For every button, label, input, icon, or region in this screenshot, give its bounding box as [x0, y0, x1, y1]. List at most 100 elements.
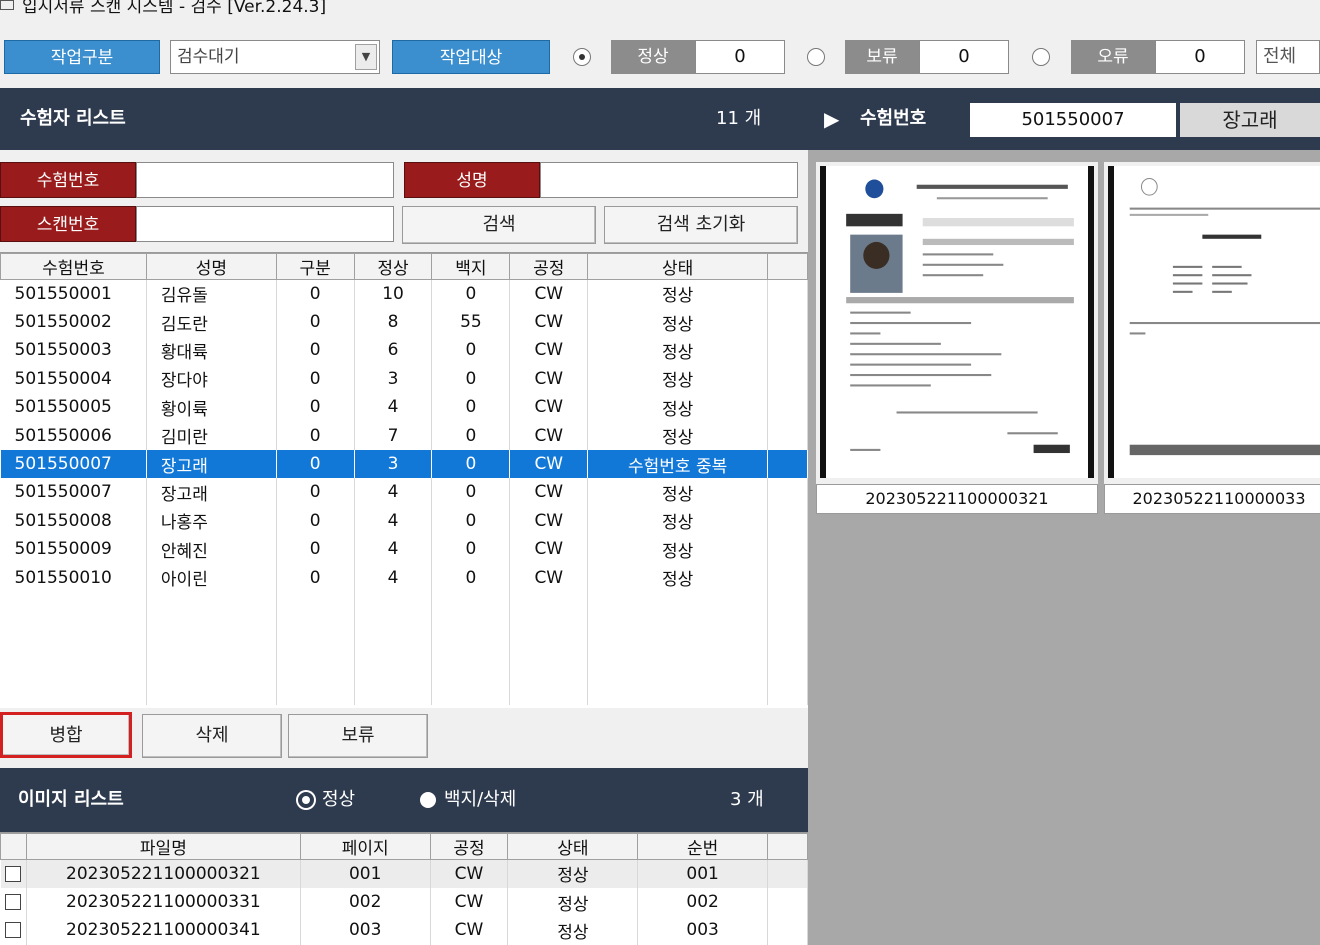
table-row[interactable]: 202305221100000331 002 CW 정상 002 — [0, 887, 808, 917]
merge-button[interactable]: 병합 — [0, 712, 132, 758]
search-button[interactable]: 검색 — [402, 206, 596, 244]
examinee-table-header: 수험번호 성명 구분 정상 백지 공정 상태 — [0, 253, 808, 280]
radio-error[interactable] — [1032, 48, 1050, 66]
radio-filter-normal[interactable] — [298, 792, 314, 808]
row-checkbox[interactable] — [5, 865, 22, 882]
filter-normal[interactable]: 정상 — [298, 768, 355, 832]
filter-blank-label: 백지/삭제 — [444, 789, 517, 810]
work-type-button[interactable]: 작업구분 — [4, 40, 160, 74]
name-input[interactable] — [540, 162, 798, 198]
table-cell: CW — [509, 563, 589, 592]
thumbnail-2[interactable]: 20230522110000033 — [1104, 162, 1320, 514]
row-checkbox[interactable] — [5, 894, 22, 911]
col-blank[interactable]: 백지 — [431, 253, 511, 280]
table-row[interactable]: 501550006 김미란 0 7 0 CW 정상 — [0, 421, 808, 450]
table-cell: 001 — [300, 859, 431, 888]
table-cell: 501550007 — [0, 478, 147, 507]
table-cell: 0 — [276, 421, 355, 450]
col-filename[interactable]: 파일명 — [25, 833, 301, 860]
table-cell: 501550005 — [0, 393, 147, 422]
action-bar: 병합 삭제 보류 — [0, 708, 808, 768]
table-cell: 501550001 — [0, 279, 147, 308]
table-cell: 0 — [276, 393, 355, 422]
table-cell: CW — [509, 393, 589, 422]
empty-cell — [767, 279, 808, 308]
empty-cell — [431, 676, 511, 706]
col-type[interactable]: 구분 — [275, 253, 355, 280]
reset-search-button[interactable]: 검색 초기화 — [604, 206, 798, 244]
table-cell: 0 — [276, 506, 355, 536]
table-row[interactable]: 501550009 안혜진 0 4 0 CW 정상 — [0, 535, 808, 564]
chevron-down-icon[interactable]: ▼ — [355, 44, 377, 70]
table-cell: CW — [509, 336, 589, 365]
table-row[interactable]: 501550007 장고래 0 3 0 CW 수험번호 중복 — [0, 449, 808, 479]
table-cell: 0 — [431, 563, 511, 592]
radio-filter-blank[interactable] — [420, 792, 436, 808]
empty-cell — [767, 859, 808, 888]
radio-normal[interactable] — [573, 48, 591, 66]
exam-number-input[interactable] — [136, 162, 394, 198]
thumbnail-1[interactable]: 202305221100000321 — [816, 162, 1098, 514]
exam-number-label: 수험번호 — [0, 162, 136, 198]
table-cell: 501550008 — [0, 506, 147, 536]
normal-count-label: 정상 — [611, 40, 695, 74]
delete-button[interactable]: 삭제 — [142, 714, 282, 758]
table-row[interactable]: 501550005 황이륙 0 4 0 CW 정상 — [0, 393, 808, 422]
col-normal[interactable]: 정상 — [353, 253, 433, 280]
table-row[interactable]: 501550004 장다야 0 3 0 CW 정상 — [0, 364, 808, 394]
work-type-select[interactable]: 검수대기 ▼ — [170, 40, 380, 74]
radio-hold[interactable] — [807, 48, 825, 66]
col-sequence[interactable]: 순번 — [637, 833, 769, 860]
table-cell: 202305221100000331 — [26, 887, 301, 917]
table-cell: 4 — [354, 478, 433, 507]
empty-cell — [767, 887, 808, 917]
table-row[interactable]: 501550010 아이린 0 4 0 CW 정상 — [0, 563, 808, 592]
col-select — [0, 833, 27, 860]
table-row[interactable]: 501550002 김도란 0 8 55 CW 정상 — [0, 307, 808, 337]
image-table: 파일명 페이지 공정 상태 순번 202305221100000321 001 CW… — [0, 832, 808, 945]
empty-cell — [767, 364, 808, 394]
select-cell — [0, 859, 27, 888]
col-img-status[interactable]: 상태 — [507, 833, 639, 860]
hold-button[interactable]: 보류 — [288, 714, 428, 758]
table-cell: CW — [430, 887, 509, 917]
empty-cell — [276, 620, 355, 649]
empty-cell — [767, 336, 808, 365]
empty-cell — [0, 676, 147, 706]
hold-count-label: 보류 — [845, 40, 919, 74]
normal-count-value: 0 — [695, 40, 785, 74]
col-name[interactable]: 성명 — [145, 253, 277, 280]
table-row[interactable]: 501550001 김유돌 0 10 0 CW 정상 — [0, 279, 808, 308]
scan-number-input[interactable] — [136, 206, 394, 242]
col-page[interactable]: 페이지 — [299, 833, 431, 860]
table-cell: 0 — [431, 393, 511, 422]
window-title: 입시서류 스캔 시스템 - 검수 [Ver.2.24.3] — [22, 0, 327, 17]
col-process[interactable]: 공정 — [509, 253, 589, 280]
table-row — [0, 648, 808, 677]
table-row[interactable]: 501550007 장고래 0 4 0 CW 정상 — [0, 478, 808, 507]
table-row[interactable]: 501550003 황대륙 0 6 0 CW 정상 — [0, 336, 808, 365]
table-cell: 김도란 — [146, 307, 277, 337]
table-row[interactable]: 202305221100000341 003 CW 정상 003 — [0, 916, 808, 945]
col-status[interactable]: 상태 — [587, 253, 769, 280]
filter-blank[interactable]: 백지/삭제 — [420, 768, 516, 832]
table-row[interactable]: 202305221100000321 001 CW 정상 001 — [0, 859, 808, 888]
examinee-list-header: 수험자 리스트 11 개 — [0, 88, 808, 150]
table-cell: 0 — [431, 506, 511, 536]
table-row[interactable]: 501550008 나홍주 0 4 0 CW 정상 — [0, 506, 808, 536]
col-img-process[interactable]: 공정 — [429, 833, 509, 860]
empty-cell — [146, 591, 277, 621]
table-cell: 501550007 — [0, 449, 147, 479]
empty-cell — [431, 620, 511, 649]
table-cell: 아이린 — [146, 563, 277, 592]
table-cell: 황이륙 — [146, 393, 277, 422]
all-filter[interactable]: 전체 — [1256, 40, 1320, 74]
hold-count-value: 0 — [919, 40, 1009, 74]
work-target-button[interactable]: 작업대상 — [392, 40, 550, 74]
table-cell: 정상 — [587, 364, 769, 394]
empty-cell — [767, 535, 808, 564]
empty-cell — [767, 676, 808, 706]
row-checkbox[interactable] — [5, 922, 22, 939]
col-exam-number[interactable]: 수험번호 — [0, 253, 147, 280]
table-cell: 501550006 — [0, 421, 147, 450]
